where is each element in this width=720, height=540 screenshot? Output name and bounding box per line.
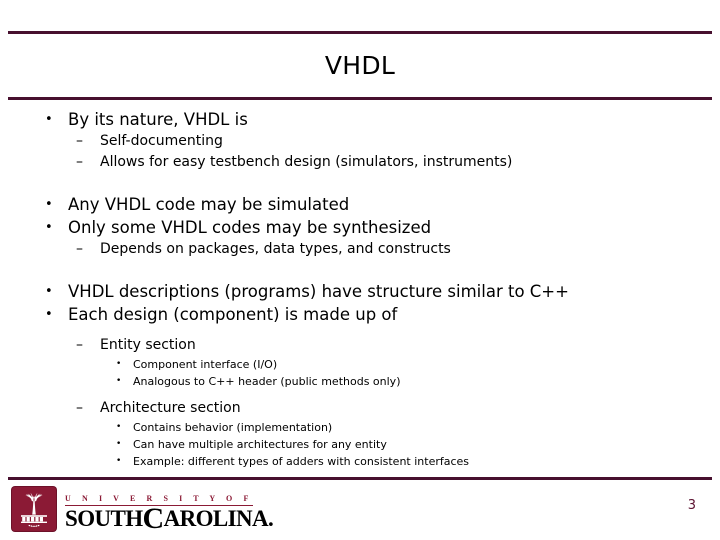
bullet-text: Each design (component) is made up of — [68, 305, 398, 324]
sub-spacer — [0, 326, 720, 335]
bullet-text: Allows for easy testbench design (simula… — [100, 154, 513, 170]
bullet-level1: • Each design (component) is made up of — [0, 303, 720, 326]
bullet-text: VHDL descriptions (programs) have struct… — [68, 282, 569, 301]
wordmark-south: SOUTH — [65, 506, 143, 531]
bullet-marker-level3: • — [116, 376, 122, 386]
bullet-marker-level2: – — [76, 241, 83, 257]
bullet-text: Analogous to C++ header (public methods … — [133, 375, 401, 388]
bullet-level2-architecture: – Architecture section — [0, 398, 720, 419]
bullet-text: Self-documenting — [100, 133, 223, 149]
bullet-level2: – Self-documenting — [0, 131, 720, 152]
bullet-level1: • Only some VHDL codes may be synthesize… — [0, 216, 720, 239]
bullet-level3: • Analogous to C++ header (public method… — [0, 373, 720, 390]
bullet-level3: • Can have multiple architectures for an… — [0, 436, 720, 453]
bullet-marker-level3: • — [116, 359, 122, 369]
bullet-marker-level3: • — [116, 422, 122, 432]
bullet-marker-level2: – — [76, 400, 83, 416]
wordmark-arolina: AROLINA. — [163, 506, 274, 531]
bullet-text: Architecture section — [100, 400, 241, 416]
slide-body: • By its nature, VHDL is – Self-document… — [0, 108, 720, 470]
wordmark-south-carolina: SOUTHCAROLINA. — [65, 504, 274, 534]
bullet-text: Can have multiple architectures for any … — [133, 438, 387, 451]
bullet-marker-level2: – — [76, 337, 83, 353]
bullet-text: Depends on packages, data types, and con… — [100, 241, 451, 257]
bullet-group-1: • By its nature, VHDL is – Self-document… — [0, 108, 720, 173]
bullet-text: Component interface (I/O) — [133, 358, 278, 371]
slide-canvas: VHDL • By its nature, VHDL is – Self-doc… — [0, 0, 720, 540]
wordmark-c-glyph: C — [142, 502, 165, 535]
bullet-group-2: • Any VHDL code may be simulated • Only … — [0, 193, 720, 260]
page-number: 3 — [687, 498, 696, 513]
footer-divider — [8, 477, 712, 480]
header-divider-bottom — [8, 97, 712, 100]
slide-title: VHDL — [324, 51, 396, 80]
bullet-text: By its nature, VHDL is — [68, 110, 248, 129]
sub-spacer — [0, 390, 720, 398]
bullet-group-3: • VHDL descriptions (programs) have stru… — [0, 280, 720, 470]
bullet-text: Only some VHDL codes may be synthesized — [68, 218, 432, 237]
bullet-marker-level3: • — [116, 439, 122, 449]
bullet-level1: • Any VHDL code may be simulated — [0, 193, 720, 216]
bullet-level3: • Contains behavior (implementation) — [0, 419, 720, 436]
bullet-level2-entity: – Entity section — [0, 335, 720, 356]
university-logo: U N I V E R S I T Y O F SOUTHCAROLINA. — [12, 486, 274, 534]
bullet-marker-level1: • — [45, 220, 53, 235]
bullet-marker-level1: • — [45, 307, 53, 322]
bullet-text: Example: different types of adders with … — [133, 455, 470, 468]
bullet-text: Any VHDL code may be simulated — [68, 195, 350, 214]
bullet-level2: – Allows for easy testbench design (simu… — [0, 152, 720, 173]
university-wordmark: U N I V E R S I T Y O F SOUTHCAROLINA. — [65, 486, 274, 534]
bullet-marker-level1: • — [45, 197, 53, 212]
bullet-level3: • Example: different types of adders wit… — [0, 453, 720, 470]
bullet-marker-level1: • — [45, 112, 53, 127]
bullet-marker-level1: • — [45, 284, 53, 299]
header-divider-top — [8, 31, 712, 34]
bullet-marker-level2: – — [76, 133, 83, 149]
bullet-marker-level3: • — [116, 456, 122, 466]
bullet-text: Contains behavior (implementation) — [133, 421, 333, 434]
palmetto-tree-icon — [21, 492, 47, 527]
bullet-marker-level2: – — [76, 154, 83, 170]
bullet-text: Entity section — [100, 337, 196, 353]
bullet-level3: • Component interface (I/O) — [0, 356, 720, 373]
bullet-level2: – Depends on packages, data types, and c… — [0, 239, 720, 260]
bullet-level1: • VHDL descriptions (programs) have stru… — [0, 280, 720, 303]
bullet-level1: • By its nature, VHDL is — [0, 108, 720, 131]
palmetto-badge — [12, 486, 56, 531]
